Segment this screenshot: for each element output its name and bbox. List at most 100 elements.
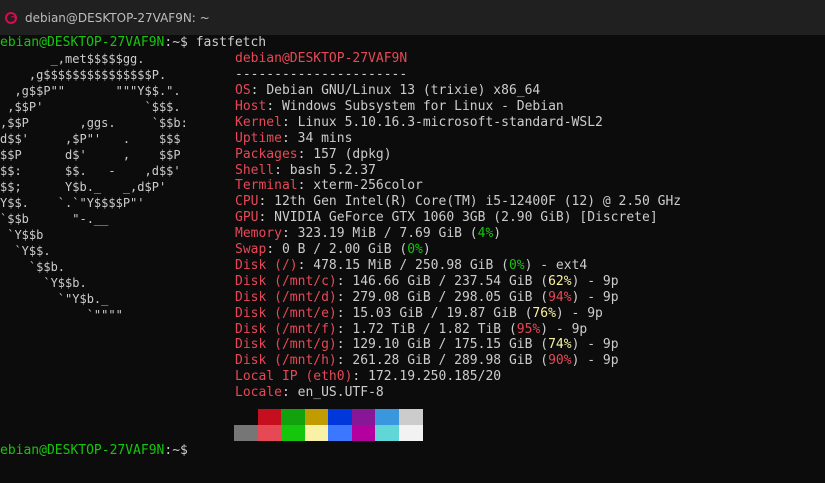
info-value: 478.15 MiB / 250.98 GiB ( [313, 257, 509, 273]
info-row: CPU: 12th Gen Intel(R) Core(TM) i5-12400… [235, 194, 682, 210]
info-value: en_US.UTF-8 [297, 385, 384, 401]
info-row: Terminal: xterm-256color [235, 178, 423, 194]
info-percent: 0% [508, 257, 525, 273]
info-tail: ) - 9p [571, 273, 619, 289]
info-row: Disk (/mnt/c): 146.66 GiB / 237.54 GiB (… [235, 273, 619, 289]
prompt-user-host: ebian@DESKTOP-27VAF9N [0, 35, 165, 50]
info-row: Packages: 157 (dpkg) [235, 146, 392, 162]
info-key: Local IP (eth0) [235, 369, 353, 385]
info-row: Disk (/mnt/e): 15.03 GiB / 19.87 GiB (76… [235, 305, 603, 321]
palette-swatch [257, 409, 282, 425]
info-value: 34 mins [297, 130, 353, 146]
info-value: 279.08 GiB / 298.05 GiB ( [352, 289, 549, 305]
info-value: 146.66 GiB / 237.54 GiB ( [352, 273, 549, 289]
info-row: Swap: 0 B / 2.00 GiB (0%) [235, 242, 431, 257]
palette-swatch [304, 409, 329, 425]
info-tail: ) - ext4 [524, 257, 588, 273]
info-value: xterm-256color [313, 178, 423, 194]
info-value: NVIDIA GeForce GTX 1060 3GB (2.90 GiB) [… [274, 210, 658, 226]
info-value: 15.03 GiB / 19.87 GiB ( [352, 305, 533, 321]
info-key: Disk (/mnt/e) [235, 305, 337, 321]
info-separator: ---------------------- [235, 67, 408, 82]
info-tail: ) - 9p [540, 321, 588, 337]
info-user-host: debian@DESKTOP-27VAF9N [235, 51, 408, 66]
logo-line: _,met$$$$$gg. [0, 52, 145, 66]
logo-line: $$: $$. - ,d$$' [0, 164, 181, 178]
info-percent: 4% [477, 226, 494, 242]
info-value: 172.19.250.185/20 [368, 369, 502, 385]
info-row: Disk (/mnt/h): 261.28 GiB / 289.98 GiB (… [235, 353, 619, 369]
info-value: 157 (dpkg) [313, 146, 392, 162]
palette-swatch [257, 425, 282, 441]
info-key: Disk (/mnt/f) [235, 321, 337, 337]
window-title: debian@DESKTOP-27VAF9N: ~ [25, 10, 210, 25]
info-key: Disk (/mnt/h) [235, 353, 337, 369]
info-key: OS [235, 83, 251, 98]
info-row: Kernel: Linux 5.10.16.3-microsoft-standa… [235, 114, 603, 130]
logo-line: `Y$$b. [0, 276, 87, 290]
palette-swatch [234, 409, 258, 425]
palette-swatch [375, 409, 399, 425]
info-row: GPU: NVIDIA GeForce GTX 1060 3GB (2.90 G… [235, 210, 658, 226]
info-value: 261.28 GiB / 289.98 GiB ( [352, 353, 549, 369]
info-tail: ) - 9p [555, 305, 603, 321]
info-key: Shell [235, 162, 275, 178]
info-key: CPU [235, 194, 259, 210]
logo-line: ,g$$$$$$$$$$$$$$$P. [0, 68, 167, 82]
palette-swatch [234, 425, 258, 441]
info-value: Linux 5.10.16.3-microsoft-standard-WSL2 [297, 114, 603, 130]
title-bar: debian@DESKTOP-27VAF9N: ~ [0, 0, 825, 35]
logo-line: $$; Y$b._ _,d$P' [0, 180, 167, 194]
info-key: Kernel [235, 114, 282, 130]
palette-swatch [398, 425, 423, 441]
info-row: Shell: bash 5.2.37 [235, 162, 376, 178]
info-header: debian@DESKTOP-27VAF9N [235, 51, 407, 67]
info-row: OS: Debian GNU/Linux 13 (trixie) x86_64 [235, 83, 541, 98]
info-percent: 94% [548, 289, 572, 305]
info-value: 129.10 GiB / 175.15 GiB ( [352, 337, 549, 353]
info-percent: 0% [407, 242, 423, 257]
info-row: Memory: 323.19 MiB / 7.69 GiB (4%) [235, 226, 502, 242]
logo-line: `Y$$b [0, 228, 44, 242]
info-percent: 90% [548, 353, 572, 369]
logo-line: `"Y$b._ [0, 292, 109, 306]
logo-line: ,g$$P"" """Y$$.". [0, 84, 181, 98]
logo-line: ,$$P' `$$$. [0, 100, 181, 114]
info-value: 12th Gen Intel(R) Core(TM) i5-12400F (12… [274, 194, 682, 210]
info-key: Locale [235, 385, 282, 401]
info-key: Memory [235, 226, 282, 242]
palette-swatch [281, 409, 305, 425]
final-prompt-separator: :~$ [164, 443, 188, 458]
info-value: Debian GNU/Linux 13 (trixie) x86_64 [266, 83, 541, 98]
info-key: Swap [235, 242, 267, 257]
info-tail: ) [493, 226, 502, 242]
info-key: Disk (/) [235, 257, 298, 273]
prompt-command: fastfetch [195, 35, 267, 50]
info-key: GPU [235, 210, 259, 226]
info-row: Disk (/): 478.15 MiB / 250.98 GiB (0%) -… [235, 257, 588, 273]
info-percent: 76% [532, 305, 556, 321]
info-value: 323.19 MiB / 7.69 GiB ( [297, 226, 478, 242]
logo-line: `"""" [0, 308, 123, 322]
info-key: Disk (/mnt/d) [235, 289, 337, 305]
info-percent: 62% [548, 273, 572, 289]
info-row: Uptime: 34 mins [235, 130, 353, 146]
logo-line: ,$$P ,ggs. `$$b: [0, 116, 188, 130]
info-value: 0 B / 2.00 GiB ( [281, 242, 408, 257]
info-row: Host: Windows Subsystem for Linux - Debi… [235, 98, 564, 114]
logo-line: `$$b. [0, 260, 66, 274]
info-row: Disk (/mnt/d): 279.08 GiB / 298.05 GiB (… [235, 289, 619, 305]
palette-swatch [328, 409, 352, 425]
palette-swatch [398, 409, 423, 425]
info-key: Host [235, 98, 267, 114]
info-key: Packages [235, 146, 298, 162]
info-key: Terminal [235, 178, 298, 194]
final-prompt-user-host: ebian@DESKTOP-27VAF9N [0, 443, 165, 458]
info-value: Windows Subsystem for Linux - Debian [281, 98, 564, 114]
final-prompt-line[interactable]: ebian@DESKTOP-27VAF9N:~$ [0, 443, 188, 459]
palette-swatch [281, 425, 305, 441]
logo-line: `Y$$. [0, 244, 51, 258]
logo-line: $$P d$' , $$P [0, 148, 181, 162]
info-percent: 95% [516, 321, 541, 337]
info-value: 1.72 TiB / 1.82 TiB ( [352, 321, 517, 337]
